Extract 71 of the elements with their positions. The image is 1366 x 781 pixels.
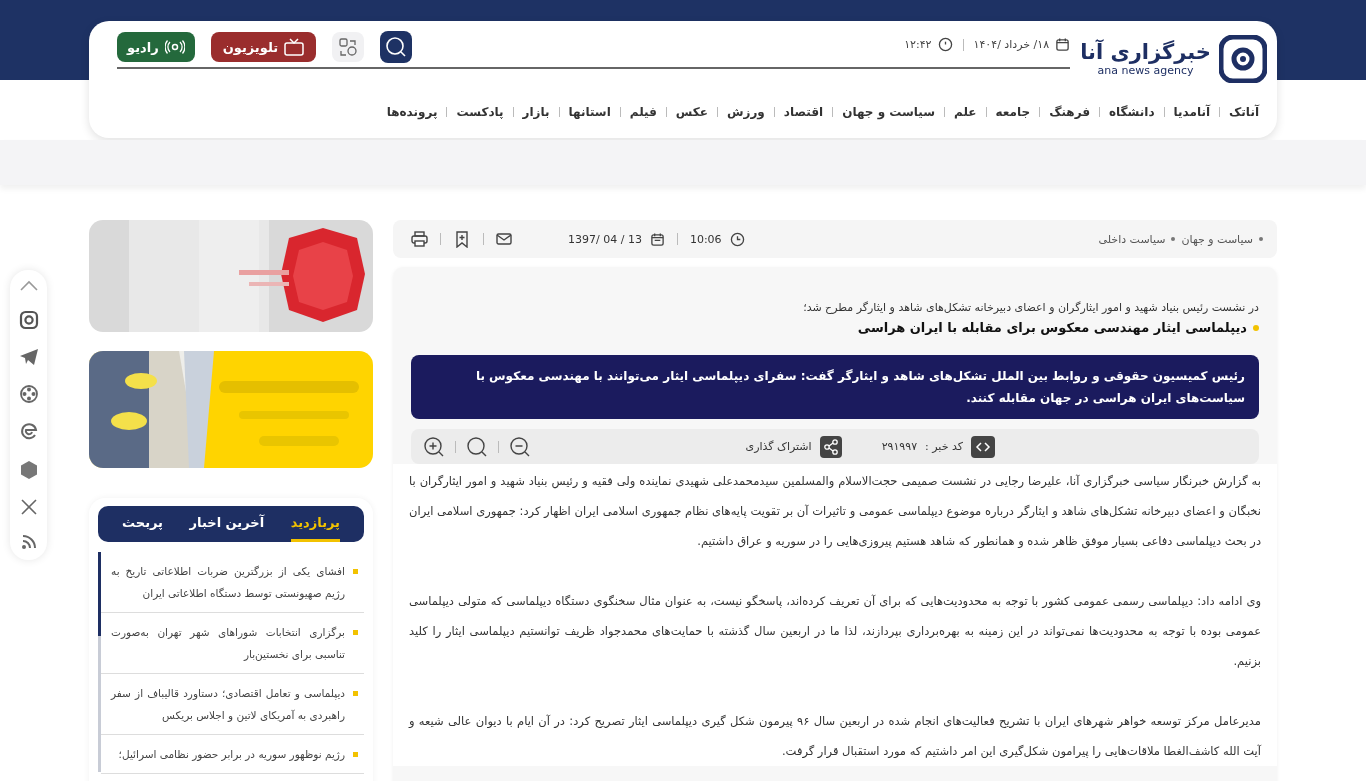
- article-paragraph: مدیرعامل مرکز توسعه خواهر شهرهای ایران با تشریح فعالیت‌های انجام شده در اربعین سال ۹۶ پیرمون شکل گیری دیپلماسی ایثار تصریح کرد: در آن ایام با دیوان عالی شیعه و آیت الله کاشف‌الغطا ملاقات‌هایی را پیرامون شکل‌گیری این امر داشتیم که مورد استقبال قرار گرفت.: [409, 713, 1261, 760]
- tab[interactable]: پربحث: [122, 506, 163, 542]
- news-link[interactable]: برگزاری انتخابات شوراهای شهر تهران به‌صورت تناسبی برای نخستین‌بار: [111, 621, 345, 665]
- clock-icon: [937, 37, 953, 52]
- x-icon[interactable]: [19, 498, 38, 516]
- article-summary: رئیس کمیسیون حقوقی و روابط بین الملل تشکل‌های شاهد و ایثارگر گفت: سفرای دیپلماسی ایثار می‌توانند با مهندسی معکوس با سیاست‌های ایران هراسی در جهان مقابله کنند.: [411, 355, 1259, 419]
- instagram-icon[interactable]: [18, 310, 39, 330]
- nav-link[interactable]: ورزش: [727, 105, 765, 119]
- list-bullet: [353, 569, 358, 574]
- news-code: ۲۹۱۹۹۷: [881, 440, 918, 453]
- search-button[interactable]: [380, 31, 413, 63]
- nav-link[interactable]: سیاست و جهان: [842, 105, 936, 119]
- nav-link[interactable]: بازار: [522, 105, 550, 119]
- title-bullet: [1253, 324, 1259, 331]
- clock-icon: [729, 231, 745, 247]
- nav-link[interactable]: عکس: [675, 105, 708, 119]
- list-bullet: [353, 630, 358, 635]
- print-icon[interactable]: [411, 231, 428, 247]
- nav-link[interactable]: پرونده‌ها: [386, 105, 438, 119]
- news-code-label: کد خبر :: [925, 440, 963, 453]
- article-paragraph: وی ادامه داد: دیپلماسی رسمی عمومی کشور با توجه به محدودیت‌هایی که برای آن تعریف کرده‌اند، پاسخگو نیست، به عنوان مثال سخنگوی دستگاه دیپلماسی که متولی دیپلماسی عمومی بوده با توجه به محدودیت‌ها نمی‌تواند در این زمینه به بهره‌برداری بپردازند، لذا ما در اربعین سال گذشته با حمایت‌های محمدجواد ظریف توانستیم دیپلماسی ایثار را کلید بزنیم.: [409, 593, 1261, 670]
- logo-tagline: ana news agency: [1097, 64, 1194, 77]
- tab[interactable]: آخرین اخبار: [189, 506, 265, 542]
- nav-link[interactable]: فرهنگ: [1049, 105, 1090, 119]
- mail-icon[interactable]: [496, 232, 512, 246]
- nav-link[interactable]: آناتک: [1229, 105, 1259, 119]
- article-date: 1397/ 04 / 13: [568, 232, 642, 246]
- header-time: ۱۲:۴۲: [904, 38, 932, 51]
- chevron-up-icon[interactable]: [18, 280, 39, 292]
- radio-waves-icon: [164, 40, 185, 54]
- translate-button[interactable]: [332, 32, 365, 62]
- nav-link[interactable]: پادکست: [456, 105, 504, 119]
- tv-icon: [284, 38, 305, 56]
- nav-link[interactable]: فیلم: [629, 105, 657, 119]
- nav-link[interactable]: اقتصاد: [783, 105, 824, 119]
- nav-link[interactable]: دانشگاه: [1109, 105, 1155, 119]
- breadcrumb-link[interactable]: سیاست و جهان: [1181, 232, 1253, 246]
- calendar-icon: [649, 231, 665, 247]
- nav-link[interactable]: آنامدیا: [1173, 105, 1211, 119]
- share-icon[interactable]: [819, 435, 842, 458]
- calendar-icon: [1055, 37, 1071, 52]
- film-reel-icon[interactable]: [18, 384, 39, 404]
- logo-name: خبرگزاری آنا: [1080, 41, 1211, 65]
- zoom-out-icon[interactable]: [509, 435, 531, 458]
- news-link[interactable]: رژیم نوظهور سوریه در برابر حضور نظامی اسرائیل؛: [118, 743, 345, 765]
- article-time: 10:06: [689, 232, 722, 246]
- bookmark-plus-icon[interactable]: [453, 230, 471, 248]
- tv-button[interactable]: تلویزیون: [210, 32, 317, 62]
- article-lead: در نشست رئیس بنیاد شهید و امور ایثارگران و اعضای دبیرخانه تشکل‌های شاهد و ایثارگر مطرح شد؛: [802, 301, 1259, 314]
- article-paragraph: به گزارش خبرنگار سیاسی خبرگزاری آنا، علیرضا رجایی در نشست صمیمی حجت‌الاسلام والمسلمین سیدمحمدعلی شهیدی نماینده ولی فقیه و رئیس بنیاد شهید و امور ایثارگران با نخبگان و اعضای دبیرخانه تشکل‌های شاهد و ایثارگر درباره موضوع دیپلماسی عمومی و تاثیرات آن بر تقویت پایه‌های نظام جمهوری اسلامی ایران اظهار کرد: جمهوری اسلامی ایران در بحث دیپلماسی دفاعی بسیار موفق ظاهر شده و همانطور که شاهد هستیم پیروزی‌هایی را در سوریه و عراق داشتیم.: [409, 473, 1261, 551]
- breadcrumb-link[interactable]: سیاست داخلی: [1098, 232, 1166, 246]
- code-icon: [971, 435, 995, 458]
- news-link[interactable]: دیپلماسی و تعامل اقتصادی؛ دستاورد قالیباف از سفر راهبردی به آمریکای لاتین و اجلاس بریکس: [111, 682, 345, 726]
- rss-icon[interactable]: [20, 534, 37, 550]
- list-bullet: [353, 752, 358, 757]
- e-letter-icon[interactable]: [18, 422, 39, 442]
- nav-link[interactable]: علم: [954, 105, 977, 119]
- radio-button[interactable]: رادیو: [117, 32, 195, 62]
- nav-link[interactable]: استانها: [568, 105, 611, 119]
- nav-link[interactable]: جامعه: [995, 105, 1031, 119]
- zoom-in-icon[interactable]: [423, 435, 445, 458]
- tab[interactable]: پربازدید: [290, 506, 340, 542]
- logo-icon: [1219, 35, 1267, 83]
- news-link[interactable]: افشای یکی از بزرگترین ضربات اطلاعاتی تاریخ به رژیم صهیونستی توسط دستگاه اطلاعاتی ایران: [111, 560, 345, 604]
- search-icon[interactable]: [466, 435, 488, 458]
- share-link[interactable]: اشتراک گذاری: [745, 440, 812, 453]
- article-title: دیپلماسی ایثار مهندسی معکوس برای مقابله با ایران هراسی: [857, 320, 1247, 335]
- list-bullet: [353, 691, 358, 696]
- header-date: ۱۸/ خرداد /۱۴۰۴: [973, 38, 1050, 51]
- translate-icon: [338, 37, 359, 57]
- telegram-icon[interactable]: [18, 348, 39, 366]
